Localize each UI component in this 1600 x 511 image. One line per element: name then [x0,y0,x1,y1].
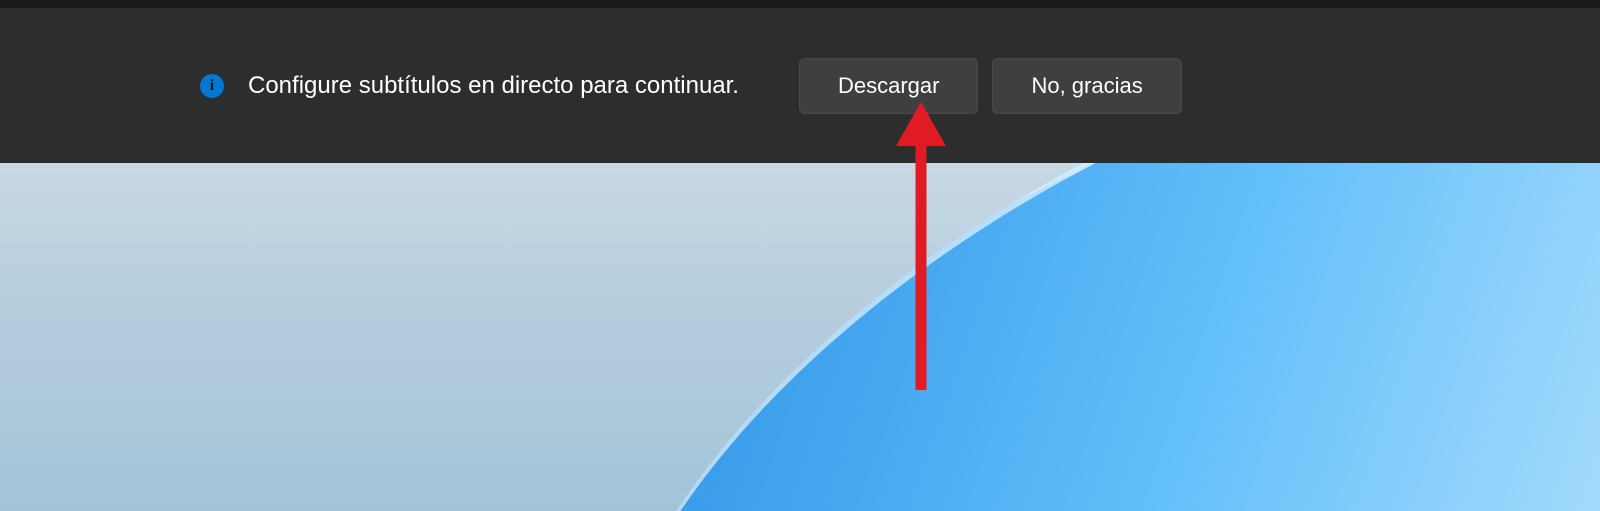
window-top-border [0,0,1600,8]
live-captions-prompt-bar: i Configure subtítulos en directo para c… [0,8,1600,163]
prompt-message: Configure subtítulos en directo para con… [248,72,739,100]
wallpaper-bloom-ribbons [400,163,1600,511]
prompt-button-group: Descargar No, gracias [799,58,1182,114]
download-button[interactable]: Descargar [799,58,978,114]
desktop-wallpaper [0,163,1600,511]
ribbon-layer [434,163,1600,511]
info-icon: i [200,74,224,98]
info-icon-glyph: i [210,77,214,95]
no-thanks-button[interactable]: No, gracias [992,58,1181,114]
